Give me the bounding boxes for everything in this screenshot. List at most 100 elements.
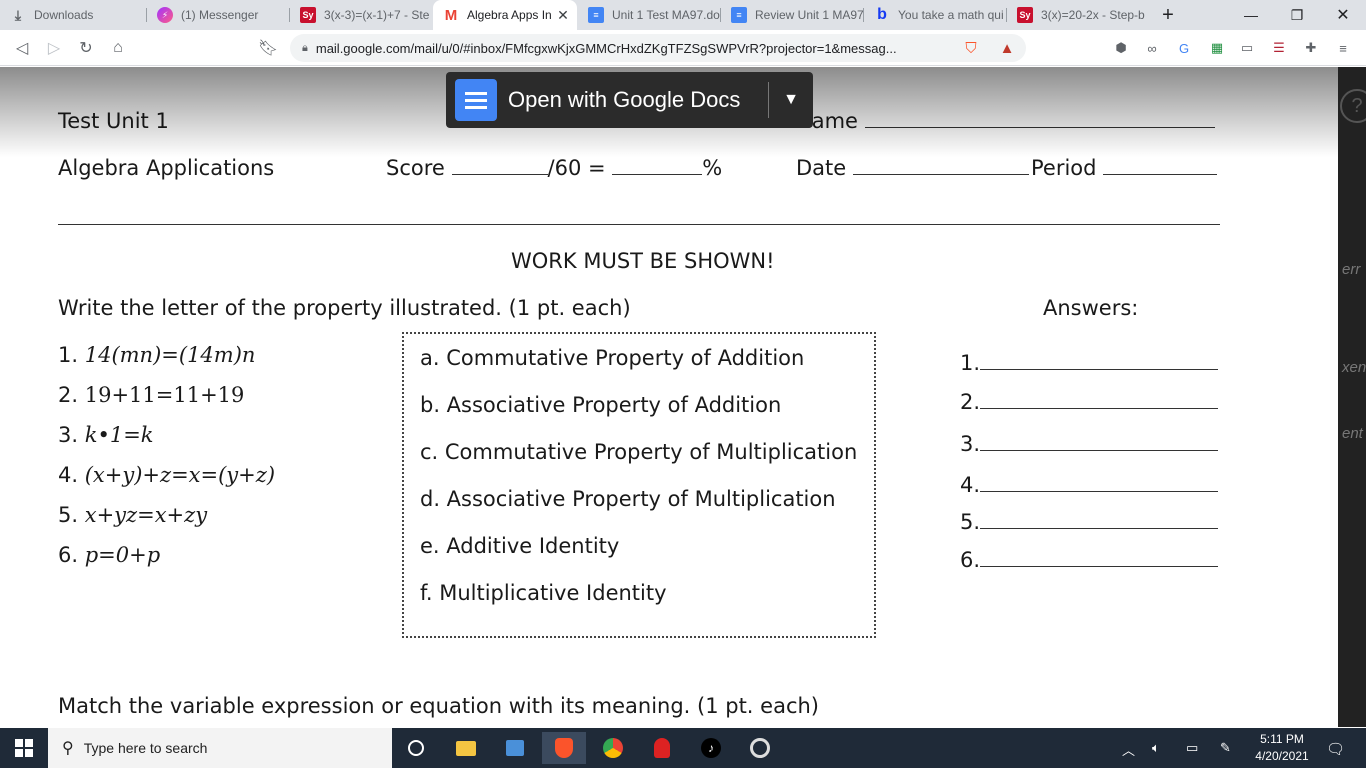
bookmark-icon[interactable]: 🔖︎ (254, 34, 282, 62)
clock[interactable]: 5:11 PM 4/20/2021 (1250, 731, 1314, 765)
tab-downloads[interactable]: ⤓ Downloads (0, 0, 146, 30)
name-blank (864, 127, 1215, 128)
help-icon[interactable]: ? (1340, 89, 1366, 123)
docs-icon: ≡ (588, 7, 604, 23)
problem-3: 3. k•1=k (58, 423, 154, 447)
date-label: Date (796, 156, 847, 180)
brainly-icon: b (877, 6, 887, 23)
problem-2: 2. 19+11=11+19 (58, 383, 244, 407)
document-viewer: Test Unit 1 Name Algebra Applications Sc… (0, 67, 1338, 727)
translate-extension-icon[interactable]: G (1175, 39, 1193, 57)
close-tab-icon[interactable]: ✕ (555, 7, 571, 24)
flag-extension-icon[interactable]: ☰ (1270, 39, 1288, 57)
store-icon[interactable] (493, 732, 537, 764)
problem-6: 6. p=0+p (58, 543, 160, 567)
messenger-icon: ⚡ (157, 7, 173, 23)
property-e: e. Additive Identity (420, 534, 620, 558)
reload-button[interactable]: ↻ (72, 34, 100, 62)
symbolab-icon: Sy (1017, 7, 1033, 23)
name-field: Name (796, 109, 1215, 133)
problem-5: 5. x+yz=x+zy (58, 503, 207, 527)
address-bar[interactable]: 🔒︎ mail.google.com/mail/u/0/#inbox/FMfcg… (290, 34, 1026, 62)
background-text-fragment: ent (1342, 425, 1363, 442)
problem-expression: (x+y)+z=x=(y+z) (84, 463, 276, 487)
grammar-extension-icon[interactable]: ▦ (1208, 39, 1226, 57)
tab-title: (1) Messenger (181, 8, 259, 22)
search-placeholder: Type here to search (83, 740, 208, 756)
problem-4: 4. (x+y)+z=x=(y+z) (58, 463, 275, 487)
answer-number: 2. (960, 390, 981, 414)
chevron-up-icon[interactable]: ︿ (1122, 740, 1135, 759)
cube-extension-icon[interactable]: ⬢ (1112, 39, 1130, 57)
battery-icon[interactable]: ▭ (1186, 740, 1198, 756)
brave-rewards-icon[interactable]: ▲ (998, 39, 1016, 57)
incognito-extension-icon[interactable]: ∞ (1143, 39, 1161, 57)
property-a: a. Commutative Property of Addition (420, 346, 805, 370)
new-tab-button[interactable]: + (1150, 0, 1186, 30)
back-button[interactable]: ◁ (8, 34, 36, 62)
minimize-button[interactable]: — (1228, 0, 1274, 30)
among-us-icon[interactable] (640, 732, 684, 764)
course-title: Algebra Applications (58, 156, 275, 180)
problem-number: 3. (58, 423, 79, 447)
answer-blank (980, 566, 1219, 567)
answer-blank (980, 408, 1219, 409)
google-docs-icon (455, 79, 497, 121)
chevron-down-icon[interactable]: ▼ (769, 91, 813, 109)
period-blank (1103, 174, 1218, 175)
problem-expression: k•1=k (84, 423, 154, 447)
tab-title: Downloads (34, 8, 94, 22)
answer-line-2: 2. (960, 390, 1219, 414)
volume-icon[interactable]: 🔈︎ (1152, 740, 1160, 756)
pen-icon[interactable]: ✎ (1220, 740, 1231, 756)
background-email-pane: ? err xen ent (1338, 67, 1366, 727)
restore-button[interactable]: ❐ (1274, 0, 1320, 30)
taskbar-search-input[interactable]: ⚲ Type here to search (48, 728, 392, 768)
answer-line-6: 6. (960, 548, 1219, 572)
property-f: f. Multiplicative Identity (420, 581, 667, 605)
percent-sign: % (702, 156, 723, 180)
problem-number: 5. (58, 503, 79, 527)
lock-icon: 🔒︎ (302, 41, 308, 54)
open-with-google-docs-button[interactable]: Open with Google Docs ▼ (446, 72, 813, 128)
property-b: b. Associative Property of Addition (420, 393, 782, 417)
tab-symbolab-1[interactable]: Sy 3(x-3)=(x-1)+7 - Ste (290, 0, 432, 30)
period-label: Period (1031, 156, 1097, 180)
notifications-icon[interactable]: 🗨︎ (1326, 740, 1345, 758)
answer-blank (980, 369, 1219, 370)
tab-docs-review[interactable]: ≡ Review Unit 1 MA97 (721, 0, 863, 30)
home-button[interactable]: ⌂ (104, 34, 132, 62)
tab-title: Review Unit 1 MA97 (755, 8, 863, 22)
score-denominator: /60 = (547, 156, 606, 180)
file-explorer-icon[interactable] (444, 732, 488, 764)
tiktok-icon[interactable]: ♪ (689, 732, 733, 764)
start-button[interactable] (0, 728, 48, 768)
cast-extension-icon[interactable]: ▭ (1238, 39, 1256, 57)
problem-number: 2. (58, 383, 79, 407)
extensions-puzzle-icon[interactable]: ✚ (1302, 39, 1320, 57)
menu-icon[interactable]: ≡ (1334, 39, 1352, 57)
property-d: d. Associative Property of Multiplicatio… (420, 487, 836, 511)
score-field: Score /60 = % (386, 156, 722, 180)
property-c: c. Commutative Property of Multiplicatio… (420, 440, 858, 464)
properties-box: a. Commutative Property of Addition b. A… (402, 332, 876, 638)
tab-title: Unit 1 Test MA97.do (612, 8, 720, 22)
close-window-button[interactable]: ✕ (1320, 0, 1366, 30)
percent-blank (612, 174, 703, 175)
forward-button[interactable]: ▷ (40, 34, 68, 62)
url-text: mail.google.com/mail/u/0/#inbox/FMfcgxwK… (315, 40, 897, 56)
docs-icon: ≡ (731, 7, 747, 23)
brave-shields-icon[interactable]: ⛉ (962, 39, 980, 57)
tab-symbolab-2[interactable]: Sy 3(x)=20-2x - Step-b (1007, 0, 1149, 30)
tab-brainly[interactable]: b You take a math qui (864, 0, 1006, 30)
cortana-icon[interactable] (394, 732, 438, 764)
brave-browser-icon[interactable] (542, 732, 586, 764)
tab-messenger[interactable]: ⚡ (1) Messenger (147, 0, 289, 30)
media-player-icon[interactable] (738, 732, 782, 764)
tab-gmail-active[interactable]: M Algebra Apps In ✕ (433, 0, 577, 30)
tab-docs-test[interactable]: ≡ Unit 1 Test MA97.do (578, 0, 720, 30)
search-icon: ⚲ (62, 740, 74, 757)
background-text-fragment: err (1342, 261, 1361, 278)
answer-line-3: 3. (960, 432, 1219, 456)
chrome-icon[interactable] (591, 732, 635, 764)
